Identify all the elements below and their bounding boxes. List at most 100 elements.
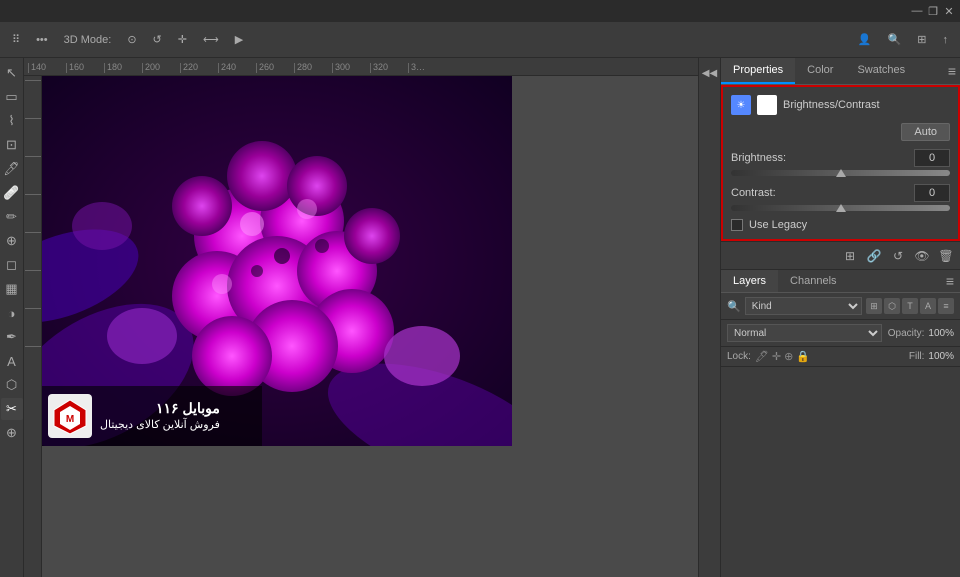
ruler-tick: 160 xyxy=(66,63,104,73)
main-area: ↖ ▭ ⌇ ⊡ 🖊 🩹 ✏ ⊕ ◻ ▦ ◑ ✒ A ⬡ ✂ ⊕ 140 160 … xyxy=(0,58,960,577)
mask-icon xyxy=(757,95,777,115)
canvas-background: M موبایل ۱۱۶ فروش آنلاین کالای دیجیتال xyxy=(42,76,698,577)
properties-menu-icon[interactable]: ≡ xyxy=(948,63,956,79)
ruler-v-tick xyxy=(25,232,41,270)
toolbar-icon-camera[interactable]: ▶ xyxy=(231,31,247,48)
tab-channels[interactable]: Channels xyxy=(778,270,848,292)
auto-button[interactable]: Auto xyxy=(901,123,950,141)
toolbar-workspace-icon[interactable]: ⊞ xyxy=(913,31,930,48)
layers-tool-link[interactable]: ⊞ xyxy=(840,246,860,266)
toolbar-share-icon[interactable]: ↑ xyxy=(939,32,953,48)
contrast-label: Contrast: xyxy=(731,187,776,199)
canvas-image: M موبایل ۱۱۶ فروش آنلاین کالای دیجیتال xyxy=(42,76,512,446)
tool-eraser[interactable]: ◻ xyxy=(1,254,23,276)
brightness-slider-thumb xyxy=(836,169,846,177)
ruler-tick: 220 xyxy=(180,63,218,73)
brightness-slider-track[interactable] xyxy=(731,170,950,176)
panel-collapse-btn[interactable]: ◀◀ xyxy=(699,62,721,84)
tool-eyedropper[interactable]: 🖊 xyxy=(1,158,23,180)
ruler-tick: 300 xyxy=(332,63,370,73)
layers-menu-icon[interactable]: ≡ xyxy=(940,273,960,289)
tab-color[interactable]: Color xyxy=(795,58,845,84)
tab-layers[interactable]: Layers xyxy=(721,270,778,292)
tool-pen[interactable]: ✒ xyxy=(1,326,23,348)
watermark-sub: فروش آنلاین کالای دیجیتال xyxy=(100,418,220,433)
toolbar-more[interactable]: ••• xyxy=(32,32,52,48)
tool-dodge[interactable]: ◑ xyxy=(1,302,23,324)
tab-swatches[interactable]: Swatches xyxy=(845,58,917,84)
minimize-button[interactable]: — xyxy=(910,4,924,18)
opacity-row: Opacity: 100% xyxy=(888,328,954,339)
opacity-label: Opacity: xyxy=(888,328,925,339)
ruler-v-tick xyxy=(25,156,41,194)
ruler-tick: 280 xyxy=(294,63,332,73)
toolbar-icon-move[interactable]: ✛ xyxy=(174,31,191,48)
filter-icon-smart[interactable]: ≡ xyxy=(938,298,954,314)
blend-mode-select[interactable]: Normal xyxy=(727,324,882,342)
ruler-v-tick xyxy=(25,346,41,384)
brightness-value[interactable] xyxy=(914,149,950,167)
tool-text[interactable]: A xyxy=(1,350,23,372)
layers-tool-chain[interactable]: 🔗 xyxy=(864,246,884,266)
tool-stamp[interactable]: ⊕ xyxy=(1,230,23,252)
toolbar-icon-scale[interactable]: ⟷ xyxy=(199,31,223,48)
layers-options-row: Normal Opacity: 100% xyxy=(721,320,960,347)
toolbar-icon-spin[interactable]: ↺ xyxy=(149,31,166,48)
ruler-tick: 240 xyxy=(218,63,256,73)
tab-properties[interactable]: Properties xyxy=(721,58,795,84)
lock-icon-artboard[interactable]: ⊕ xyxy=(784,350,793,363)
ruler-v-tick xyxy=(25,308,41,346)
toolbar: ⠿ ••• 3D Mode: ⊙ ↺ ✛ ⟷ ▶ 👤 🔍 ⊞ ↑ xyxy=(0,22,960,58)
lock-icon-all[interactable]: 🔒 xyxy=(796,350,810,363)
restore-button[interactable]: ❐ xyxy=(926,4,940,18)
contrast-row: Contrast: xyxy=(731,184,950,211)
ruler-horizontal: 140 160 180 200 220 240 260 280 300 320 … xyxy=(24,58,698,76)
tool-brush[interactable]: ✏ xyxy=(1,206,23,228)
use-legacy-checkbox[interactable] xyxy=(731,219,743,231)
filter-icon-adj[interactable]: ⬡ xyxy=(884,298,900,314)
toolbar-search-icon[interactable]: 🔍 xyxy=(884,31,906,48)
tool-hand[interactable]: ✂ xyxy=(1,398,23,420)
use-legacy-row: Use Legacy xyxy=(731,219,950,231)
watermark-brand: موبایل ۱۱۶ xyxy=(100,399,220,419)
tool-select-rect[interactable]: ▭ xyxy=(1,86,23,108)
watermark: M موبایل ۱۱۶ فروش آنلاین کالای دیجیتال xyxy=(42,386,262,446)
tool-heal[interactable]: 🩹 xyxy=(1,182,23,204)
filter-icon-px[interactable]: ⊞ xyxy=(866,298,882,314)
filter-icon-shape[interactable]: A xyxy=(920,298,936,314)
layers-tool-eye[interactable]: 👁 xyxy=(912,246,932,266)
contrast-value[interactable] xyxy=(914,184,950,202)
svg-text:M: M xyxy=(66,414,74,425)
watermark-text: موبایل ۱۱۶ فروش آنلاین کالای دیجیتال xyxy=(100,399,220,434)
tool-zoom[interactable]: ⊕ xyxy=(1,422,23,444)
toolbar-icon-rotate[interactable]: ⊙ xyxy=(123,31,140,48)
lock-icon-move[interactable]: ✛ xyxy=(772,350,781,363)
brightness-row: Brightness: xyxy=(731,149,950,176)
fill-value: 100% xyxy=(928,351,954,362)
ruler-v-tick xyxy=(25,80,41,118)
ruler-v-tick xyxy=(25,118,41,156)
layers-filter-icons: ⊞ ⬡ T A ≡ xyxy=(866,298,954,314)
properties-panel: Properties Color Swatches ≡ ☀ Brightness… xyxy=(721,58,960,242)
layers-tool-trash[interactable]: 🗑 xyxy=(936,246,956,266)
layers-toolbar: ⊞ 🔗 ↺ 👁 🗑 xyxy=(721,242,960,270)
lock-icons: 🖊 ✛ ⊕ 🔒 xyxy=(755,350,810,363)
props-title: Brightness/Contrast xyxy=(783,99,880,111)
watermark-logo: M xyxy=(48,394,92,438)
tool-shape[interactable]: ⬡ xyxy=(1,374,23,396)
toolbar-account-icon[interactable]: 👤 xyxy=(854,31,876,48)
toolbar-handle[interactable]: ⠿ xyxy=(8,31,24,48)
layers-tool-undo[interactable]: ↺ xyxy=(888,246,908,266)
toolbar-3d-label: 3D Mode: xyxy=(60,32,116,48)
close-button[interactable]: ✕ xyxy=(942,4,956,18)
tool-gradient[interactable]: ▦ xyxy=(1,278,23,300)
title-bar: — ❐ ✕ xyxy=(0,0,960,22)
filter-icon-type[interactable]: T xyxy=(902,298,918,314)
layers-kind-select[interactable]: Kind xyxy=(745,297,862,315)
tool-move[interactable]: ↖ xyxy=(1,62,23,84)
lock-icon-px[interactable]: 🖊 xyxy=(755,350,769,363)
tool-lasso[interactable]: ⌇ xyxy=(1,110,23,132)
tool-crop[interactable]: ⊡ xyxy=(1,134,23,156)
lock-label: Lock: xyxy=(727,351,751,362)
contrast-slider-track[interactable] xyxy=(731,205,950,211)
